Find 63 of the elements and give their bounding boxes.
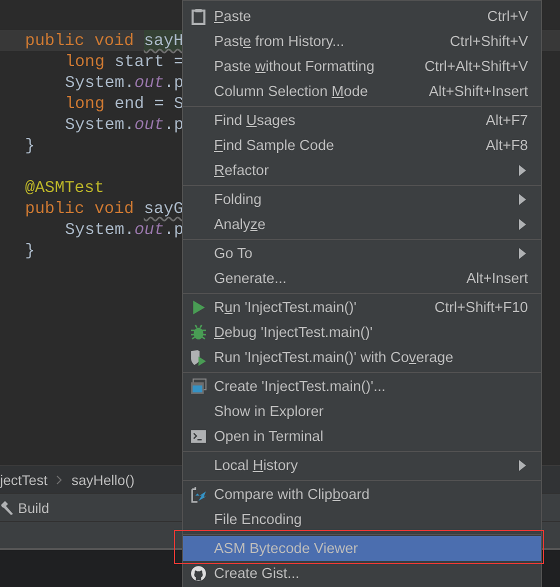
menu-item[interactable]: Run 'InjectTest.main()' with Coverage bbox=[183, 345, 541, 370]
shortcut-label: Ctrl+Shift+V bbox=[450, 34, 528, 50]
code-field: out bbox=[134, 72, 164, 93]
submenu-arrow-icon bbox=[519, 460, 526, 471]
code-keyword: public bbox=[25, 198, 84, 219]
chevron-icon bbox=[55, 474, 64, 484]
menu-item[interactable]: Column Selection Mode Alt+Shift+Insert bbox=[183, 79, 541, 104]
shield-play-icon bbox=[190, 349, 207, 366]
shortcut-label: Alt+Shift+Insert bbox=[428, 84, 528, 100]
menu-item[interactable]: Run 'InjectTest.main()' Ctrl+Shift+F10 bbox=[183, 295, 541, 320]
code-keyword: public bbox=[25, 30, 84, 51]
code-keyword: void bbox=[94, 30, 134, 51]
code-annotation: @ASMTest bbox=[25, 177, 104, 198]
play-icon bbox=[190, 299, 207, 316]
menu-item[interactable]: Open in Terminal bbox=[183, 424, 541, 449]
terminal-icon bbox=[190, 428, 207, 445]
menu-item[interactable]: Paste Ctrl+V bbox=[183, 4, 541, 29]
menu-item[interactable]: Go To bbox=[183, 241, 541, 266]
submenu-arrow-icon bbox=[519, 165, 526, 176]
menu-item[interactable]: Paste without Formatting Ctrl+Alt+Shift+V bbox=[183, 54, 541, 79]
code-identifier: sayG bbox=[144, 198, 184, 219]
menu-item[interactable]: Generate... Alt+Insert bbox=[183, 266, 541, 291]
submenu-arrow-icon bbox=[519, 194, 526, 205]
shortcut-label: Alt+F8 bbox=[486, 138, 528, 154]
submenu-arrow-icon bbox=[519, 219, 526, 230]
menu-item[interactable]: Create 'InjectTest.main()'... bbox=[183, 374, 541, 399]
shortcut-label: Alt+Insert bbox=[466, 270, 528, 286]
window-icon bbox=[190, 378, 207, 395]
menu-item[interactable]: Compare with Clipboard bbox=[183, 482, 541, 507]
menu-item[interactable]: Local History bbox=[183, 453, 541, 478]
submenu-arrow-icon bbox=[519, 248, 526, 259]
menu-item[interactable]: Debug 'InjectTest.main()' bbox=[183, 320, 541, 345]
code-keyword: long bbox=[65, 93, 105, 114]
shortcut-label: Ctrl+Shift+F10 bbox=[434, 300, 528, 316]
menu-item[interactable]: Paste from History... Ctrl+Shift+V bbox=[183, 29, 541, 54]
breadcrumb-item[interactable]: sayHello() bbox=[71, 472, 134, 488]
code-keyword: void bbox=[94, 198, 134, 219]
menu-item[interactable]: Show in Explorer bbox=[183, 399, 541, 424]
clipboard-icon bbox=[190, 8, 207, 25]
code-field: out bbox=[134, 219, 164, 240]
code-identifier: sayH bbox=[144, 30, 184, 51]
code-keyword: long bbox=[65, 51, 105, 72]
breadcrumb-item[interactable]: jectTest bbox=[0, 472, 48, 488]
shortcut-label: Ctrl+V bbox=[487, 8, 528, 24]
build-tab[interactable]: Build bbox=[18, 500, 50, 516]
menu-item[interactable]: File Encoding bbox=[183, 507, 541, 532]
hammer-icon bbox=[0, 500, 14, 516]
shortcut-label: Alt+F7 bbox=[486, 112, 528, 128]
menu-item[interactable]: Find Sample Code Alt+F8 bbox=[183, 133, 541, 158]
shortcut-label: Ctrl+Alt+Shift+V bbox=[424, 58, 528, 74]
menu-item[interactable]: Analyze bbox=[183, 212, 541, 237]
code-text: } bbox=[25, 240, 35, 261]
compare-arrows-icon bbox=[190, 486, 207, 503]
bug-icon bbox=[190, 324, 207, 341]
menu-item[interactable]: Refactor bbox=[183, 158, 541, 183]
github-icon bbox=[190, 565, 207, 582]
code-text: System. bbox=[65, 72, 134, 93]
code-text: System. bbox=[65, 219, 134, 240]
code-text: System. bbox=[65, 114, 134, 135]
menu-item[interactable]: Find Usages Alt+F7 bbox=[183, 108, 541, 133]
code-text: } bbox=[25, 135, 35, 156]
code-field: out bbox=[134, 114, 164, 135]
menu-item[interactable]: Folding bbox=[183, 187, 541, 212]
